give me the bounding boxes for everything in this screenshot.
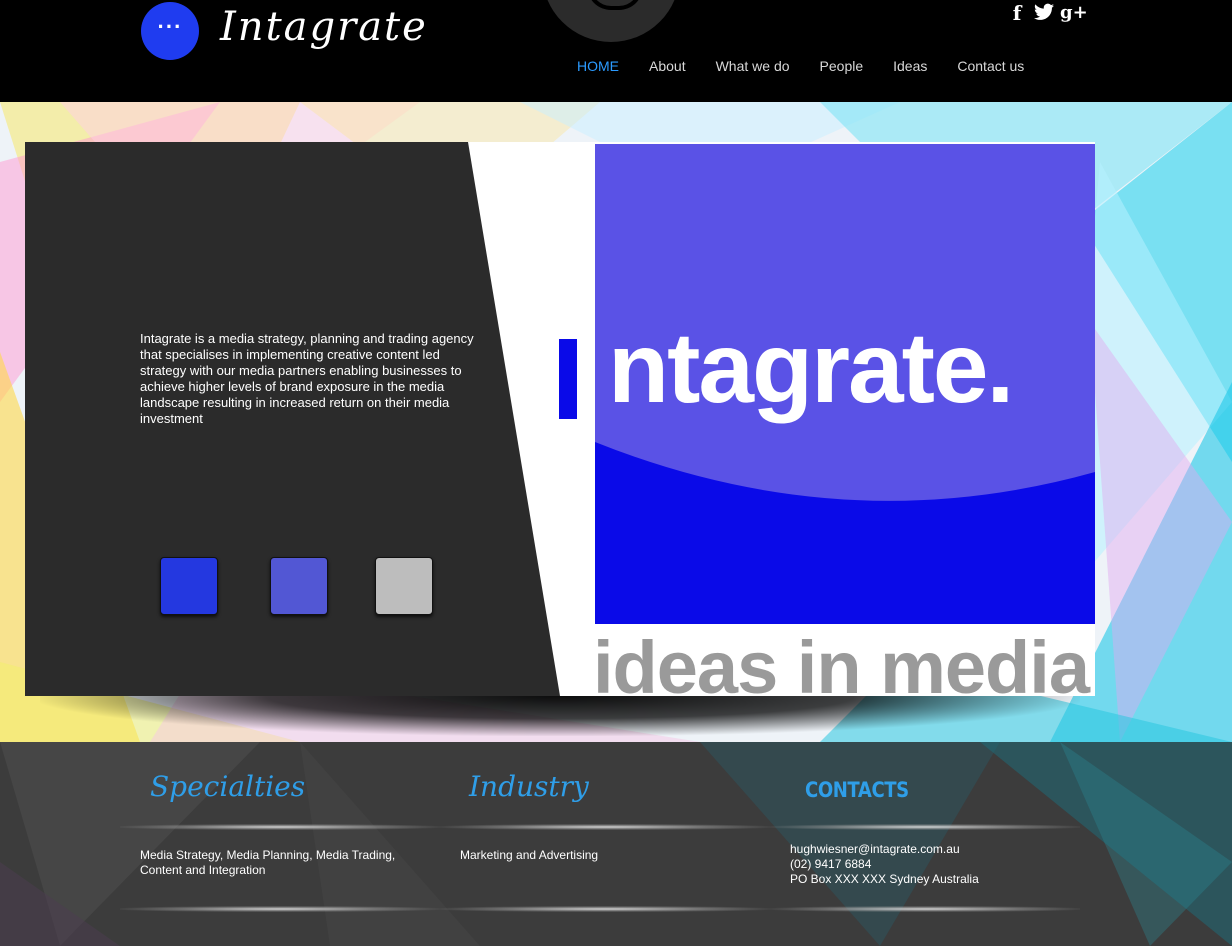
footer-divider — [770, 824, 1080, 830]
slide-description: Intagrate is a media strategy, planning … — [140, 331, 474, 426]
industry-text: Marketing and Advertising — [460, 848, 599, 862]
logo-tagline: ideas in media — [593, 626, 1090, 709]
logo-letter-i — [559, 339, 577, 419]
main-nav: HOME About What we do People Ideas Conta… — [577, 57, 1054, 77]
contacts-heading: CONTACTS — [805, 778, 909, 802]
contact-address: PO Box XXX XXX Sydney Australia — [790, 872, 979, 886]
specialties-text: Media Strategy, Media Planning, Media Tr… — [140, 848, 396, 877]
facebook-icon[interactable]: f — [1008, 3, 1026, 23]
nav-item-home[interactable]: HOME — [577, 57, 619, 77]
contacts-block: hughwiesner@intagrate.com.au (02) 9417 6… — [790, 842, 1080, 887]
site-header: ··· Intagrate f g+ HOME About What we do… — [0, 0, 1232, 102]
footer-divider — [770, 906, 1080, 912]
slide-swatch-grey[interactable] — [375, 557, 433, 615]
nav-item-what-we-do[interactable]: What we do — [716, 57, 790, 77]
footer-divider — [120, 906, 440, 912]
industry-heading: Industry — [469, 770, 589, 803]
nav-item-contact-us[interactable]: Contact us — [957, 57, 1024, 77]
site-footer: Specialties Industry CONTACTS Media Stra… — [0, 742, 1232, 946]
site-title[interactable]: Intagrate — [220, 4, 428, 50]
nav-item-about[interactable]: About — [649, 57, 686, 77]
footer-divider — [440, 906, 770, 912]
nav-item-ideas[interactable]: Ideas — [893, 57, 927, 77]
footer-divider — [440, 824, 770, 830]
menu-dots-icon[interactable]: ··· — [141, 2, 199, 60]
slide-swatch-purple[interactable] — [270, 557, 328, 615]
slide-swatch-blue[interactable] — [160, 557, 218, 615]
contact-email-link[interactable]: hughwiesner@intagrate.com.au — [790, 842, 960, 856]
nav-item-people[interactable]: People — [820, 57, 864, 77]
slide-drop-shadow — [40, 696, 1080, 736]
specialties-heading: Specialties — [150, 770, 306, 803]
twitter-bird-shape — [1034, 3, 1054, 20]
footer-divider — [120, 824, 440, 830]
header-decorative-disc — [542, 0, 680, 42]
twitter-icon[interactable] — [1033, 3, 1055, 23]
contact-phone: (02) 9417 6884 — [790, 857, 872, 871]
disc-ring — [587, 0, 643, 10]
google-plus-icon[interactable]: g+ — [1060, 3, 1088, 23]
logo-wordmark: ntagrate. — [608, 312, 1014, 424]
